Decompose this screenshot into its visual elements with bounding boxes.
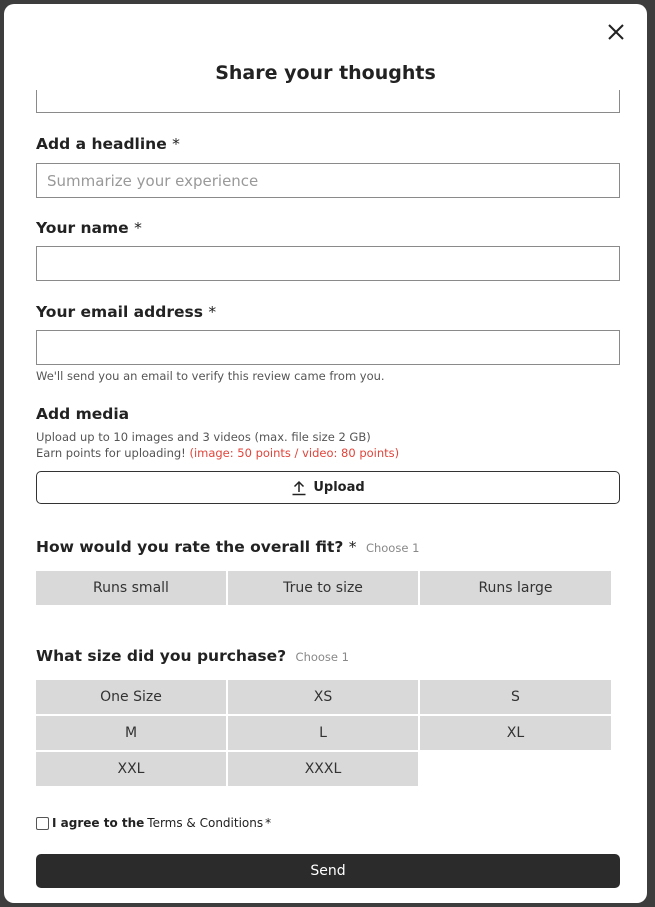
size-option-xxxl[interactable]: XXXL	[228, 752, 418, 786]
size-option-xxl[interactable]: XXL	[36, 752, 226, 786]
headline-label: Add a headline *	[36, 135, 180, 153]
size-hint: Choose 1	[295, 650, 349, 664]
fit-hint: Choose 1	[365, 541, 420, 555]
required-mark: *	[348, 538, 357, 556]
email-helper-text: We'll send you an email to verify this r…	[36, 369, 385, 383]
terms-agreement: I agree to the Terms & Conditions *	[36, 816, 271, 830]
required-mark: *	[134, 219, 142, 237]
size-option-xs[interactable]: XS	[228, 680, 418, 714]
fit-question-text: How would you rate the overall fit?	[36, 538, 344, 556]
review-modal: Share your thoughts Add a headline * Sum…	[4, 4, 647, 903]
media-points-values: (image: 50 points / video: 80 points)	[189, 446, 400, 460]
required-mark: *	[208, 303, 217, 321]
headline-placeholder: Summarize your experience	[47, 171, 259, 190]
terms-link[interactable]: Terms & Conditions	[147, 816, 263, 830]
size-option-s[interactable]: S	[420, 680, 611, 714]
terms-prefix: I agree to the	[52, 816, 145, 830]
email-label-text: Your email address	[36, 303, 203, 321]
fit-option-true-to-size[interactable]: True to size	[228, 571, 418, 605]
media-points-text: Earn points for uploading! (image: 50 po…	[36, 446, 399, 460]
fit-option-runs-large[interactable]: Runs large	[420, 571, 611, 605]
email-input[interactable]	[36, 330, 620, 365]
close-icon[interactable]	[605, 21, 627, 43]
media-points-prefix: Earn points for uploading!	[36, 446, 186, 460]
fit-options: Runs small True to size Runs large	[36, 571, 613, 605]
media-limits-text: Upload up to 10 images and 3 videos (max…	[36, 430, 371, 444]
fit-option-runs-small[interactable]: Runs small	[36, 571, 226, 605]
upload-icon	[292, 480, 306, 495]
media-label: Add media	[36, 405, 130, 423]
size-question: What size did you purchase? Choose 1	[36, 647, 349, 665]
size-option-one-size[interactable]: One Size	[36, 680, 226, 714]
modal-title: Share your thoughts	[215, 62, 436, 84]
size-option-m[interactable]: M	[36, 716, 226, 750]
headline-input[interactable]: Summarize your experience	[36, 163, 620, 198]
upload-label: Upload	[313, 480, 365, 495]
upload-button[interactable]: Upload	[36, 471, 620, 504]
name-label-text: Your name	[36, 219, 129, 237]
name-label: Your name *	[36, 219, 142, 237]
size-option-l[interactable]: L	[228, 716, 418, 750]
size-question-text: What size did you purchase?	[36, 647, 287, 665]
name-input[interactable]	[36, 246, 620, 281]
terms-checkbox[interactable]	[36, 816, 49, 830]
fit-question: How would you rate the overall fit? * Ch…	[36, 538, 419, 556]
email-label: Your email address *	[36, 303, 216, 321]
headline-label-text: Add a headline	[36, 135, 167, 153]
required-mark: *	[265, 816, 272, 830]
size-options: One Size XS S M L XL XXL XXXL	[36, 680, 613, 786]
previous-field-edge[interactable]	[36, 90, 620, 113]
required-mark: *	[172, 135, 180, 153]
size-option-xl[interactable]: XL	[420, 716, 611, 750]
send-button[interactable]: Send	[36, 854, 620, 888]
